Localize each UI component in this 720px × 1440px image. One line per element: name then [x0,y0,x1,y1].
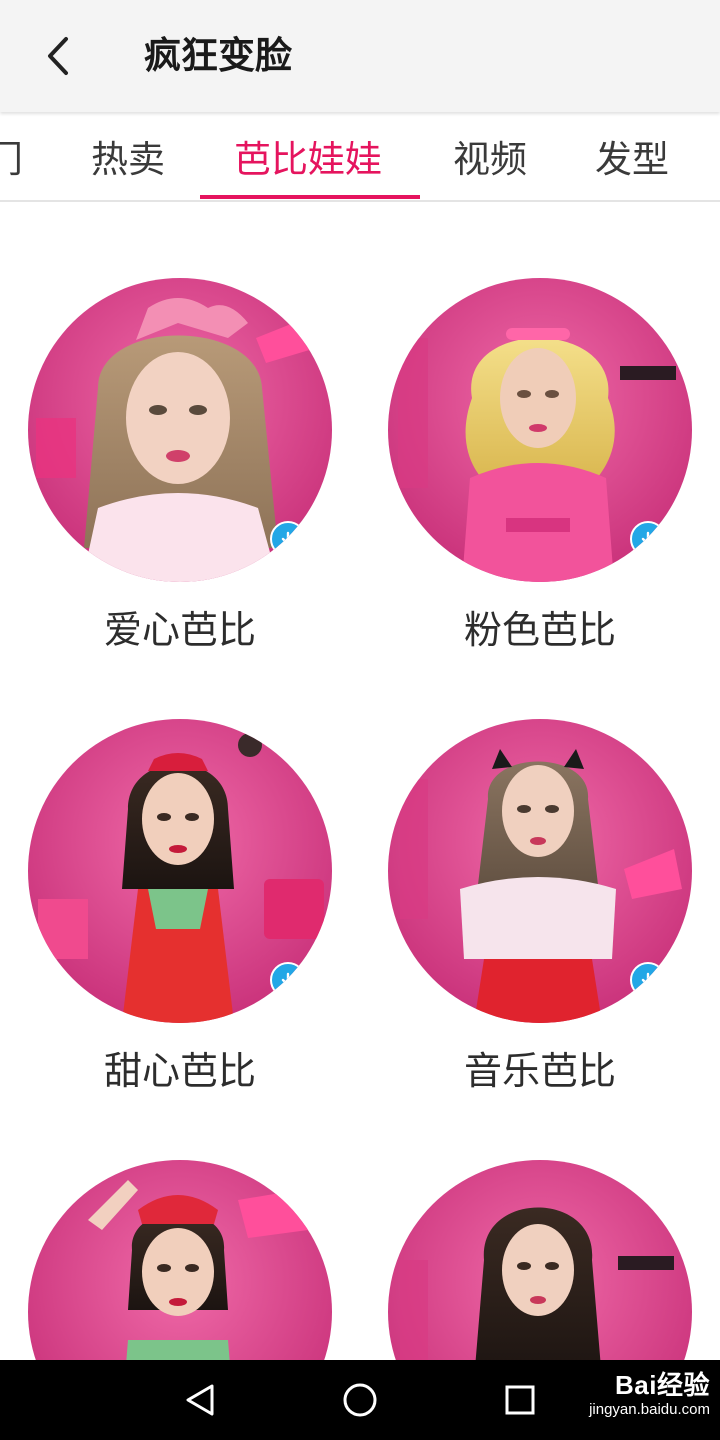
system-nav-bar: Bai经验 jingyan.baidu.com [0,1360,720,1440]
active-tab-indicator [200,195,420,199]
chevron-left-icon [48,37,68,75]
item-thumbnail[interactable] [388,278,692,582]
item-card[interactable]: 爱心芭比 [28,278,332,652]
watermark-url: jingyan.baidu.com [589,1401,710,1418]
item-card[interactable]: 音乐芭比 [388,719,692,1093]
nav-back-button[interactable] [178,1378,222,1422]
back-button[interactable] [30,28,86,84]
circle-home-icon [343,1383,377,1417]
item-label: 爱心芭比 [103,608,256,652]
arrow-down-icon [641,531,655,546]
item-label: 音乐芭比 [463,1049,616,1093]
tab-hot-sale[interactable]: 热卖 [91,136,165,184]
watermark-brand: Bai经验 [615,1370,710,1400]
tab-popular[interactable]: 门 [0,136,23,184]
item-label: 甜心芭比 [103,1049,256,1093]
download-badge[interactable] [630,521,666,557]
item-thumbnail[interactable] [388,719,692,1023]
app-header: 疯狂变脸 [0,0,720,112]
baidu-jingyan-watermark: Bai经验 jingyan.baidu.com [589,1370,710,1420]
arrow-down-icon [281,972,295,987]
item-thumbnail[interactable] [28,278,332,582]
item-card[interactable]: 甜心芭比 [28,719,332,1093]
tab-video[interactable]: 视频 [453,136,527,184]
download-badge[interactable] [270,521,306,557]
download-badge[interactable] [630,962,666,998]
arrow-down-icon [281,531,295,546]
tab-barbie[interactable]: 芭比娃娃 [234,136,382,184]
arrow-down-icon [641,972,655,987]
item-card[interactable]: 粉色芭比 [388,278,692,652]
category-tabs: 门 热卖 芭比娃娃 视频 发型 [0,112,720,202]
nav-recents-button[interactable] [498,1378,542,1422]
item-thumbnail[interactable] [28,719,332,1023]
item-label: 粉色芭比 [463,608,616,652]
triangle-back-icon [186,1384,214,1416]
download-badge[interactable] [270,962,306,998]
tab-hairstyle[interactable]: 发型 [595,136,669,184]
nav-home-button[interactable] [338,1378,382,1422]
square-recents-icon [505,1385,535,1415]
page-title: 疯狂变脸 [144,34,292,77]
